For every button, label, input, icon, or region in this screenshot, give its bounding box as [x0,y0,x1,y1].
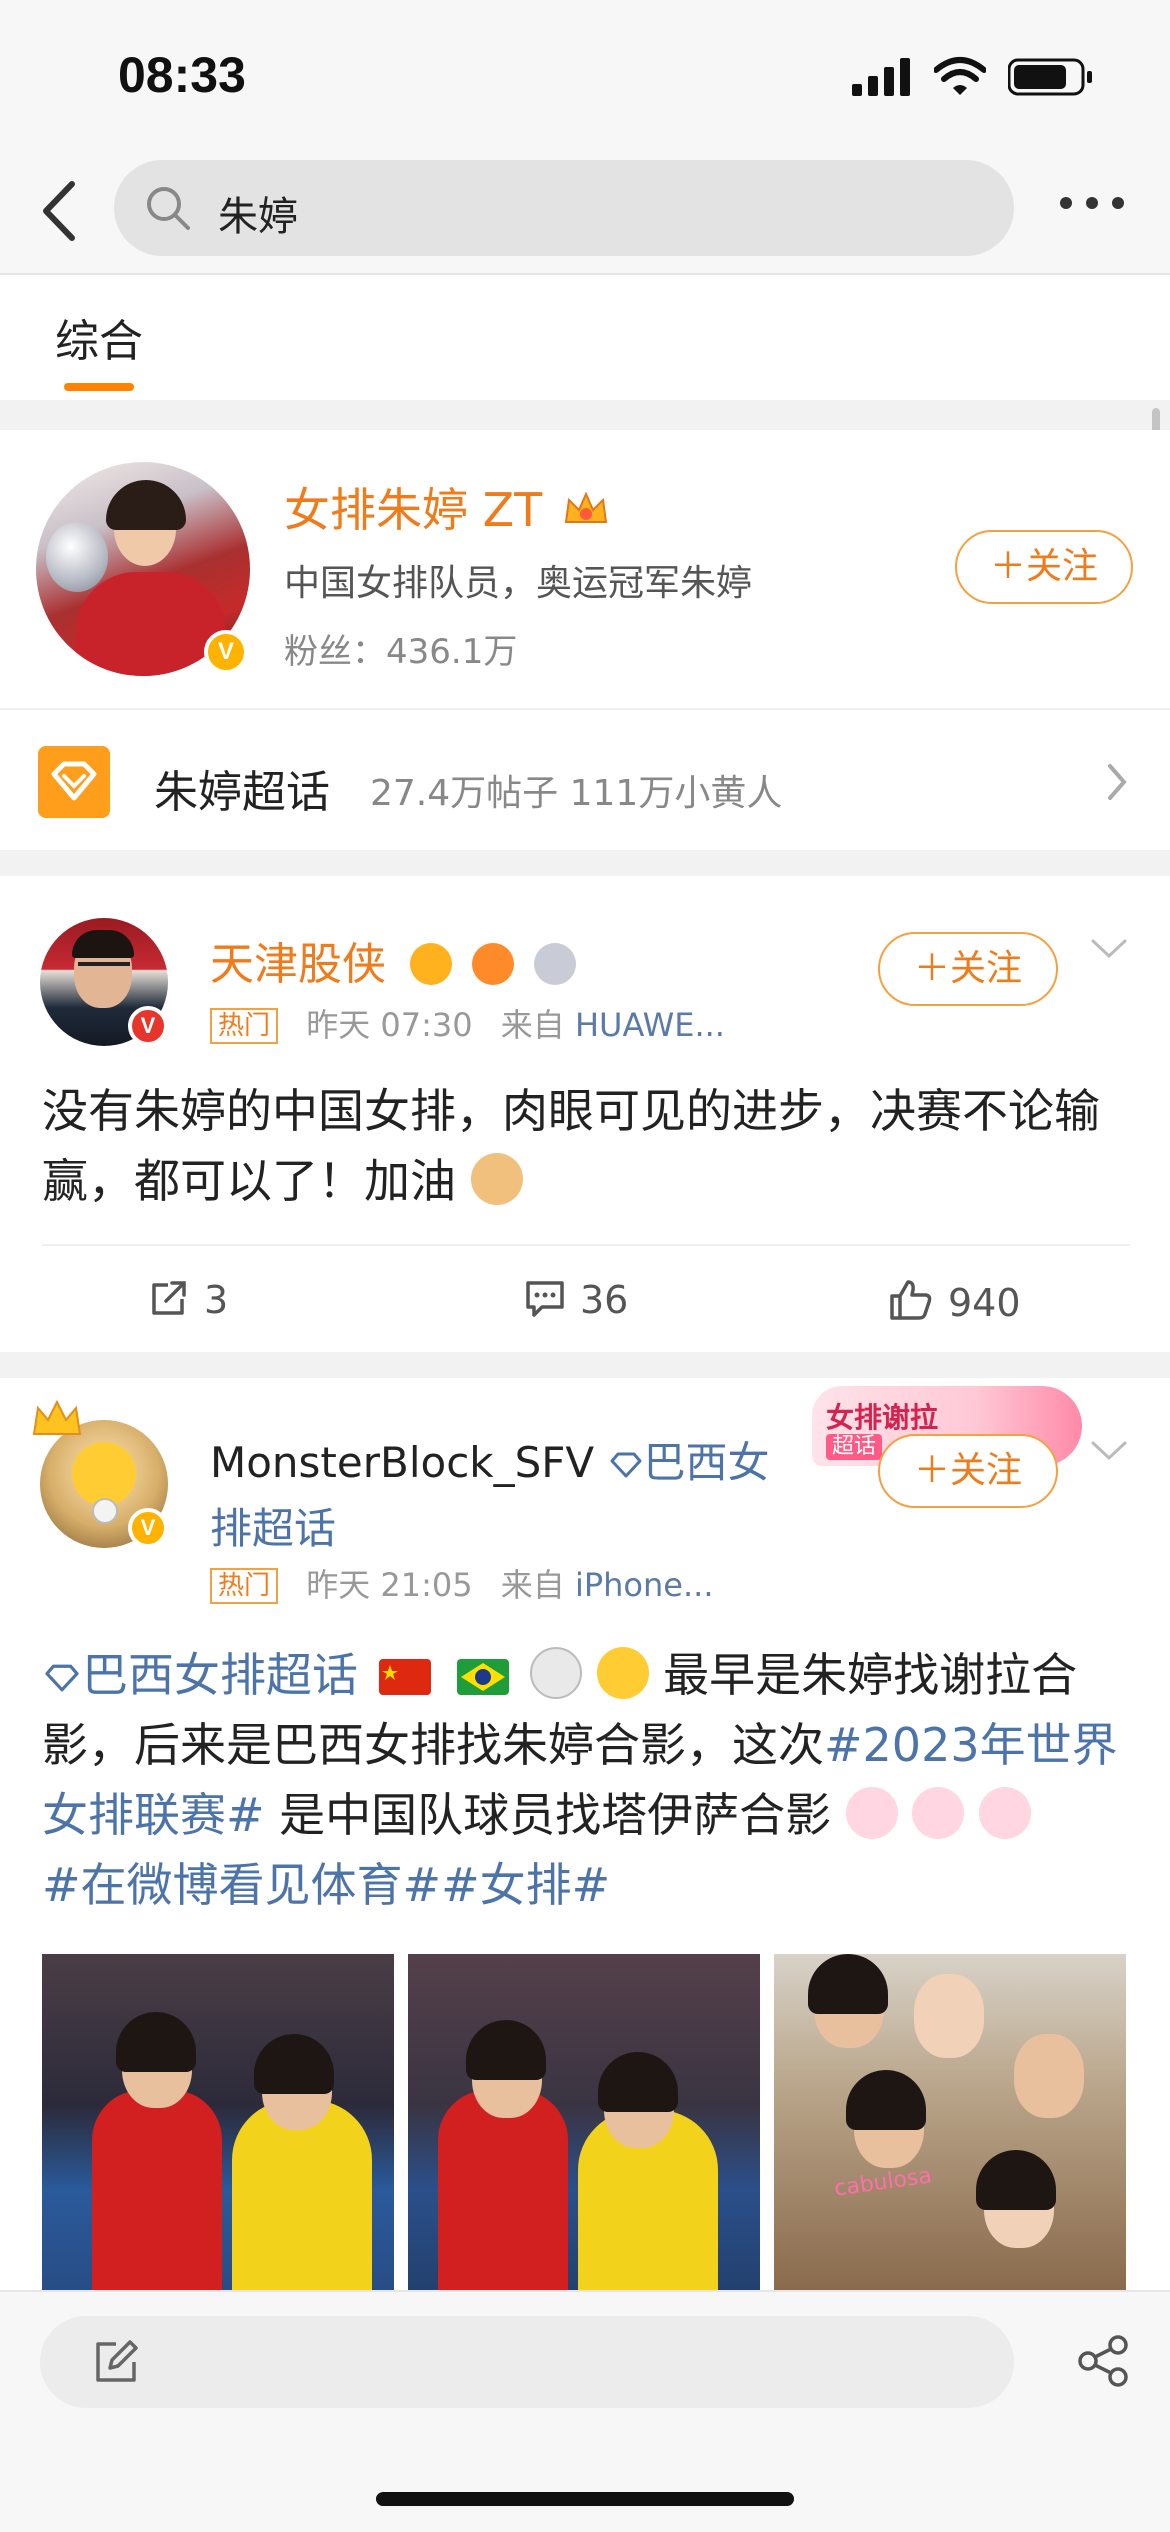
verified-badge-icon: V [128,1508,168,1548]
author-name-row[interactable]: MonsterBlock_SFV 巴西女排超话 [210,1430,770,1562]
post-photo[interactable]: cabulosa [774,1954,1126,2290]
profile-description: 中国女排队员，奥运冠军朱婷 [284,563,753,604]
status-bar: 08:33 [0,0,1170,150]
post-text: 没有朱婷的中国女排，肉眼可见的进步，决赛不论输赢，都可以了！加油 [42,1084,1100,1208]
search-icon [147,187,190,230]
post-photo[interactable] [408,1954,760,2290]
source-prefix: 来自 [500,1566,565,1604]
chevron-down-icon[interactable] [1090,1440,1128,1462]
bunny-emoji [979,1787,1032,1839]
author-name: 天津股侠 [210,939,386,990]
compose-input[interactable] [40,2316,1014,2408]
battery-icon [1008,58,1092,96]
source-prefix: 来自 [500,1006,565,1044]
brazil-flag-icon [457,1659,510,1695]
post-image-grid: cabulosa [42,1954,1128,2290]
bunny-emoji [845,1787,898,1839]
back-button[interactable] [34,176,84,246]
promo-subtitle: 超话 [826,1434,883,1460]
bottom-bar [0,2290,1170,2532]
share-icon[interactable] [1076,2334,1130,2388]
flexed-biceps-emoji [470,1153,523,1205]
crown-badge-icon [410,943,452,985]
status-time: 08:33 [118,47,246,103]
home-indicator[interactable] [376,2492,794,2506]
post-card[interactable]: V 天津股侠 热门 昨天 07:30 来自 HUAWE... ＋关注 没有朱婷的… [0,876,1170,1352]
trophy-image [46,522,108,592]
china-flag-icon [378,1659,431,1695]
tab-bar: 综合 [0,275,1170,400]
bunny-emoji [912,1787,965,1839]
search-query: 朱婷 [218,194,298,240]
profile-card[interactable]: V 女排朱婷 ZT 中国女排队员，奥运冠军朱婷 粉丝：436.1万 ＋关注 朱婷… [0,430,1170,850]
crown-icon [32,1399,82,1435]
search-input[interactable]: 朱婷 [114,160,1014,256]
post-meta: 热门 昨天 21:05 来自 iPhone... [210,1560,713,1606]
supertopic-row[interactable]: 朱婷超话 27.4万帖子 111万小黄人 [0,710,1170,850]
tab-comprehensive[interactable]: 综合 [55,305,143,369]
post-card[interactable]: V MonsterBlock_SFV 巴西女排超话 女排谢拉 超话 热门 昨天 … [0,1378,1170,2290]
search-header: 朱婷 [0,150,1170,275]
comment-count: 36 [580,1278,629,1322]
volleyball-emoji [529,1647,582,1699]
repost-icon [152,1281,186,1315]
follow-button[interactable]: ＋关注 [878,932,1058,1006]
comment-button[interactable]: 36 [524,1278,628,1322]
wifi-icon [934,57,986,95]
follow-button[interactable]: ＋关注 [955,530,1133,604]
chevron-down-icon[interactable] [1090,938,1128,960]
supertopic-diamond-icon [45,1664,79,1692]
supertopic-diamond-icon [610,1452,642,1478]
divider [42,1244,1130,1246]
supertopic-link[interactable]: 巴西女排超话 [42,1648,373,1702]
hashtag-link[interactable]: #在微博看见体育##女排# [42,1858,610,1912]
post-meta: 热门 昨天 07:30 来自 HUAWE... [210,1000,725,1046]
post-time: 昨天 21:05 [306,1566,473,1604]
repost-count: 3 [204,1278,229,1322]
chevron-right-icon [1108,764,1127,800]
profile-name: 女排朱婷 ZT [284,483,543,537]
supertopic-stats: 27.4万帖子 111万小黄人 [370,773,783,814]
thumbs-up-icon [890,1280,932,1320]
post-actions: 3 36 940 [0,1248,1170,1352]
more-dots-icon[interactable] [1058,188,1126,218]
supertopic-diamond-icon [38,746,110,818]
crown-icon [564,491,608,523]
hot-tag: 热门 [210,1008,279,1044]
profile-name-row[interactable]: 女排朱婷 ZT [284,474,611,540]
post-time: 昨天 07:30 [306,1006,473,1044]
post-photo[interactable] [42,1954,394,2290]
profile-fans: 粉丝：436.1万 [284,632,518,672]
verified-badge-icon: V [204,630,248,674]
like-count: 940 [948,1281,1021,1325]
tab-active-indicator [64,383,134,391]
fish-badge-icon [472,943,514,985]
author-name: MonsterBlock_SFV [210,1438,595,1487]
author-name-row[interactable]: 天津股侠 [210,928,582,996]
repost-button[interactable]: 3 [148,1278,228,1322]
supertopic-name: 朱婷超话 [154,767,330,818]
follow-button[interactable]: ＋关注 [878,1434,1058,1508]
post-source[interactable]: HUAWE... [575,1006,725,1044]
grinning-face-emoji [596,1647,649,1699]
promo-title: 女排谢拉 [826,1401,939,1434]
verified-badge-icon: V [128,1006,168,1046]
comment-icon [526,1281,564,1317]
hot-tag: 热门 [210,1568,279,1604]
cellular-signal-icon [852,58,910,96]
photo-caption: cabulosa [832,2163,934,2202]
post-text: 巴西女排超话 最早是朱婷找谢拉合影，后来是巴西女排找朱婷合影，这次#2023年世… [42,1647,1118,1912]
post-source[interactable]: iPhone... [575,1566,714,1604]
profile-avatar[interactable]: V [36,462,250,676]
edit-icon [96,2340,138,2382]
medal-badge-icon [534,943,576,985]
like-button[interactable]: 940 [888,1278,1021,1325]
